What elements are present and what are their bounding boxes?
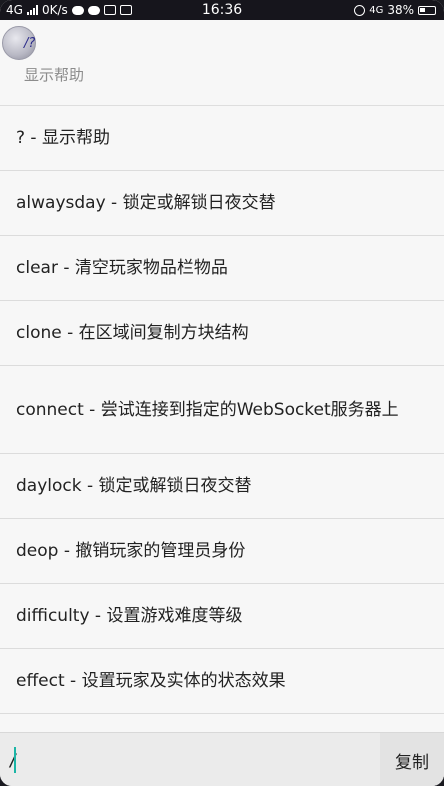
battery-icon [418,5,436,15]
wechat-icon [87,5,100,15]
alarm-icon [354,4,366,16]
command-text: ? - 显示帮助 [16,128,110,148]
network-right-label: 4G [369,4,384,16]
signal-icon [26,5,38,15]
command-input[interactable] [4,739,376,783]
battery-percent: 38% [387,3,414,17]
command-text: clone - 在区域间复制方块结构 [16,323,249,343]
command-text: daylock - 锁定或解锁日夜交替 [16,476,252,496]
mail-icon [103,5,116,15]
list-item[interactable]: ? - 显示帮助 [0,106,444,171]
header-subtitle: 显示帮助 [24,66,85,84]
command-text: alwaysday - 锁定或解锁日夜交替 [16,193,276,213]
command-list: ? - 显示帮助 alwaysday - 锁定或解锁日夜交替 clear - 清… [0,106,444,714]
list-item[interactable]: daylock - 锁定或解锁日夜交替 [0,454,444,519]
list-item[interactable]: alwaysday - 锁定或解锁日夜交替 [0,171,444,236]
app-icon [119,5,132,15]
status-left: 4G 0K/s [6,3,132,17]
list-item[interactable]: clone - 在区域间复制方块结构 [0,301,444,366]
command-input-bar: 复制 [0,732,444,786]
command-text: effect - 设置玩家及实体的状态效果 [16,671,286,691]
net-speed: 0K/s [41,3,68,17]
status-bar: 4G 0K/s 16:36 4G 38% [0,0,444,20]
list-item[interactable]: effect - 设置玩家及实体的状态效果 [0,649,444,714]
current-command: /? [24,36,36,51]
list-item[interactable]: clear - 清空玩家物品栏物品 [0,236,444,301]
phone-screen: 4G 0K/s 16:36 4G 38% /? 显示帮助 ? - 显示帮助 al… [0,0,444,786]
command-text: clear - 清空玩家物品栏物品 [16,258,228,278]
list-item[interactable]: difficulty - 设置游戏难度等级 [0,584,444,649]
command-text: connect - 尝试连接到指定的WebSocket服务器上 [16,399,399,420]
list-item[interactable]: connect - 尝试连接到指定的WebSocket服务器上 [0,366,444,454]
list-item[interactable]: deop - 撤销玩家的管理员身份 [0,519,444,584]
copy-button[interactable]: 复制 [380,733,444,786]
command-text: difficulty - 设置游戏难度等级 [16,606,243,626]
network-label: 4G [6,3,23,17]
command-text: deop - 撤销玩家的管理员身份 [16,541,246,561]
status-right: 4G 38% [354,3,436,17]
command-header: /? 显示帮助 [0,20,444,106]
chat-icon [71,5,84,15]
text-cursor [14,747,16,773]
